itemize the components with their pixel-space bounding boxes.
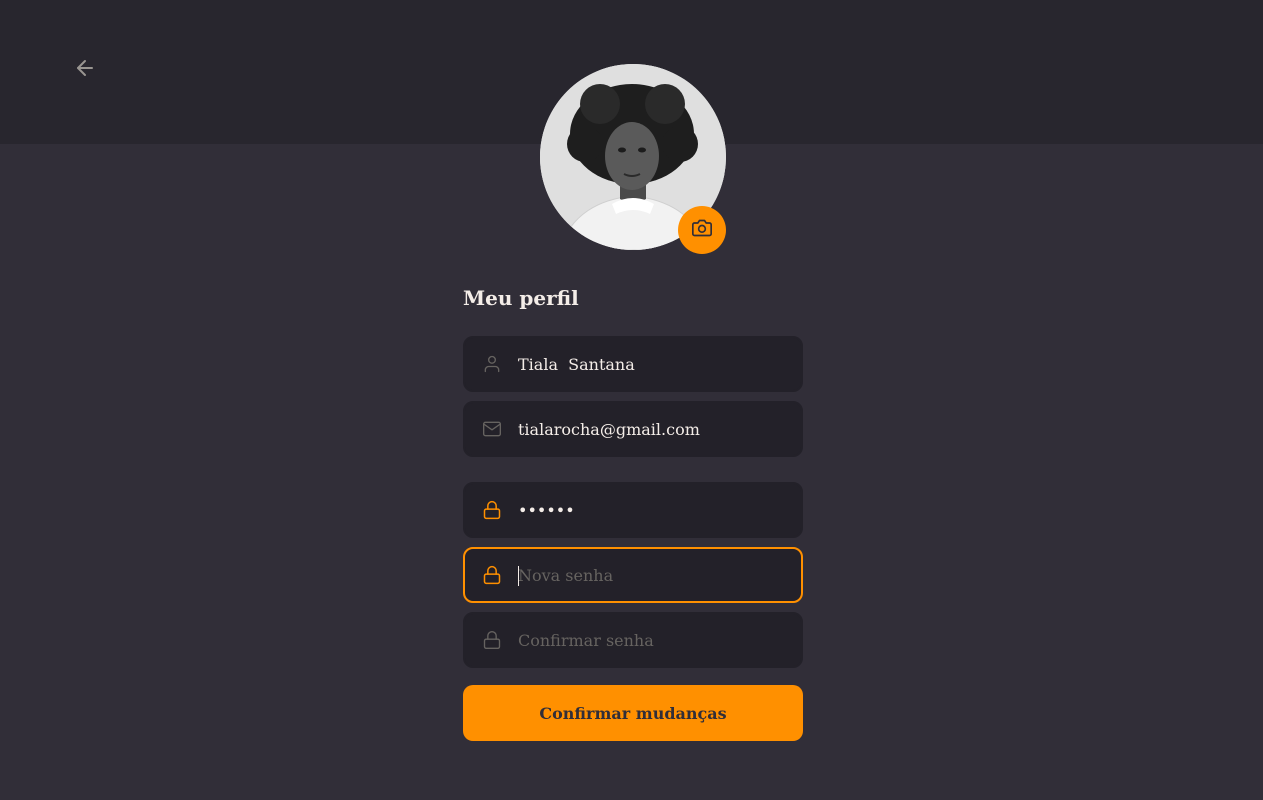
camera-icon <box>692 218 712 242</box>
back-button[interactable] <box>72 57 98 83</box>
change-avatar-button[interactable] <box>678 206 726 254</box>
new-password-input[interactable] <box>518 565 789 585</box>
email-input[interactable] <box>518 419 789 439</box>
lock-icon <box>482 630 502 650</box>
arrow-left-icon <box>73 56 97 84</box>
name-input[interactable] <box>518 354 789 374</box>
text-caret <box>518 566 519 586</box>
old-password-input[interactable] <box>518 500 789 520</box>
lock-icon <box>482 565 502 585</box>
new-password-field[interactable] <box>463 547 803 603</box>
confirm-password-input[interactable] <box>518 630 789 650</box>
avatar-container <box>540 64 726 254</box>
email-field[interactable] <box>463 401 803 457</box>
page-title: Meu perfil <box>463 286 579 310</box>
old-password-field[interactable] <box>463 482 803 538</box>
user-icon <box>482 354 502 374</box>
confirm-changes-button[interactable]: Confirmar mudanças <box>463 685 803 741</box>
mail-icon <box>482 419 502 439</box>
lock-icon <box>482 500 502 520</box>
confirm-password-field[interactable] <box>463 612 803 668</box>
name-field[interactable] <box>463 336 803 392</box>
